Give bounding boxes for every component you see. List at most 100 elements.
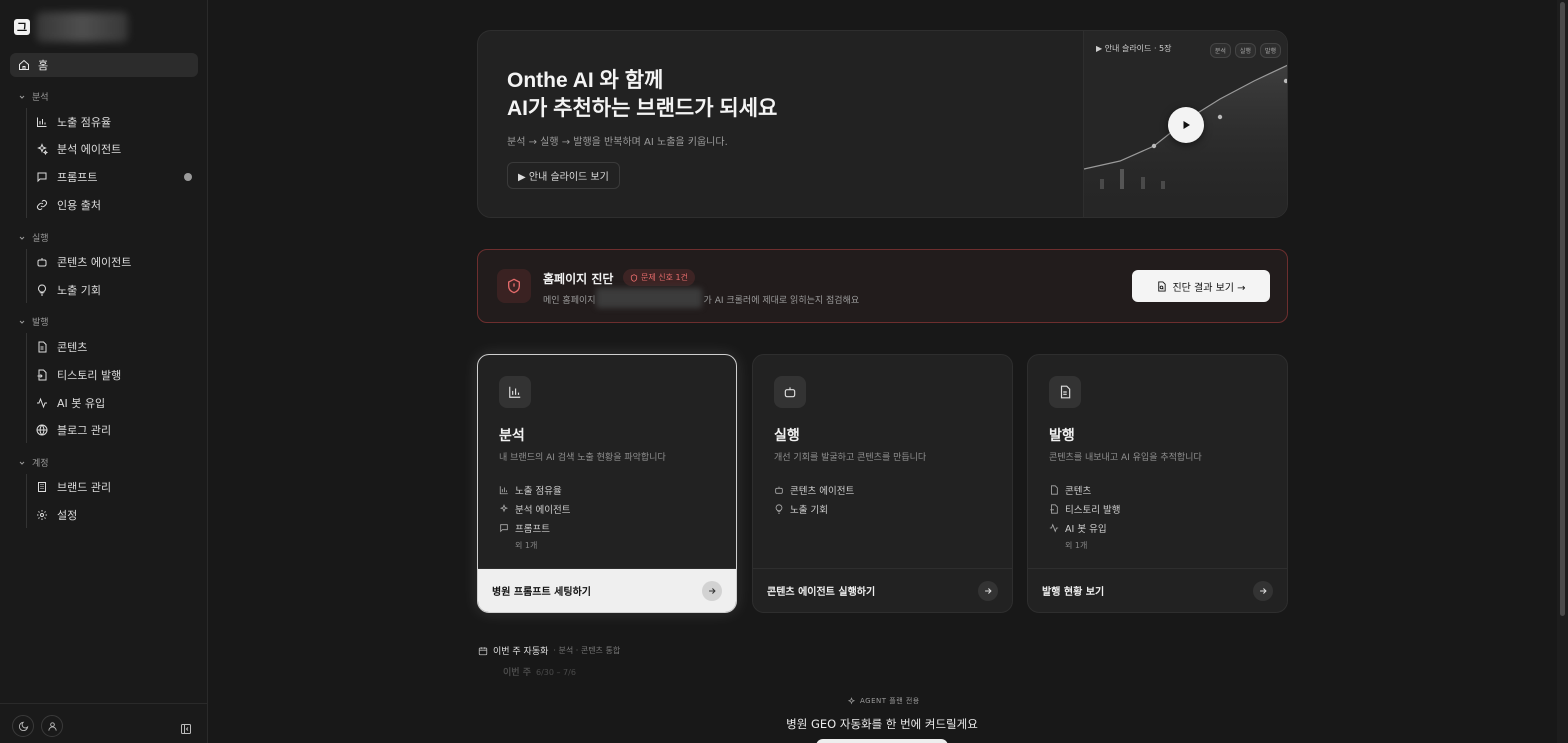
hero-subtitle: 분석 → 실행 → 발행을 반복하며 AI 노출을 키웁니다. bbox=[507, 137, 728, 148]
building-icon bbox=[38, 482, 46, 492]
card-title: 발행 bbox=[1049, 428, 1075, 444]
bar-chart-icon bbox=[499, 485, 508, 494]
card-title: 분석 bbox=[499, 428, 525, 444]
sidebar-item-label: 노출 점유율 bbox=[57, 116, 112, 129]
view-guide-slides-button[interactable]: ▶ 안내 슬라이드 보기 bbox=[507, 162, 620, 189]
hero-title: Onthe AI 와 함께 AI가 추천하는 브랜드가 되세요 bbox=[507, 67, 777, 123]
view-diagnosis-label: 진단 결과 보기 → bbox=[1172, 282, 1246, 294]
diagnosis-icon-box bbox=[497, 269, 531, 303]
hero-title-line1: Onthe AI 와 함께 bbox=[507, 69, 664, 92]
card-action-label: 병원 프롬프트 세팅하기 bbox=[492, 587, 591, 598]
sidebar-item-label: AI 봇 유입 bbox=[57, 397, 106, 410]
diagnosis-desc-right: 가 AI 크롤러에 제대로 읽히는지 점검해요 bbox=[703, 296, 860, 306]
bar-chart-icon bbox=[509, 386, 521, 398]
sidebar-item-label: 티스토리 발행 bbox=[57, 369, 122, 382]
weekly-subtitle: · 분석 · 콘텐츠 통합 bbox=[553, 646, 621, 655]
logo-mark: 그 bbox=[14, 19, 30, 35]
sidebar-group-label: 분석 bbox=[32, 93, 49, 103]
sidebar-item-brand-manage[interactable]: 브랜드 관리 bbox=[36, 476, 196, 498]
weekly-preview-range: 6/30 – 7/6 bbox=[535, 668, 576, 677]
weekly-title: 이번 주 자동화 bbox=[493, 647, 549, 657]
card-feature-label: 분석 에이전트 bbox=[515, 504, 571, 516]
card-description: 콘텐츠를 내보내고 AI 유입을 추적합니다 bbox=[1049, 453, 1202, 463]
calendar-icon bbox=[478, 646, 488, 655]
card-publish[interactable]: 발행 콘텐츠를 내보내고 AI 유입을 추적합니다 콘텐츠 티스토리 발행 AI… bbox=[1027, 354, 1288, 613]
card-feature-label: 티스토리 발행 bbox=[1065, 504, 1121, 516]
sidebar-item-label: 설정 bbox=[57, 509, 78, 522]
agent-promo-title: 병원 GEO 자동화를 한 번에 켜드릴게요 bbox=[786, 717, 978, 731]
sidebar-group-label: 계정 bbox=[32, 459, 49, 469]
card-more: 외 1개 bbox=[1065, 540, 1088, 550]
diagnosis-desc-left: 메인 홈페이지 bbox=[543, 296, 596, 306]
card-feature-label: 콘텐츠 에이전트 bbox=[790, 485, 855, 497]
card-feature-label: 콘텐츠 bbox=[1065, 485, 1092, 497]
sidebar-item-content[interactable]: 콘텐츠 bbox=[36, 336, 196, 358]
card-action-label: 발행 현황 보기 bbox=[1042, 587, 1105, 598]
sidebar-item-label: 브랜드 관리 bbox=[57, 481, 112, 494]
card-execution[interactable]: 실행 개선 기회를 발굴하고 콘텐츠를 만듭니다 콘텐츠 에이전트 노출 기회 … bbox=[752, 354, 1013, 613]
file-export-icon bbox=[37, 369, 47, 381]
arrow-right-icon bbox=[709, 587, 716, 594]
sidebar-item-content-agent[interactable]: 콘텐츠 에이전트 bbox=[36, 251, 196, 273]
bar-chart-icon bbox=[37, 117, 47, 127]
card-more: 외 1개 bbox=[515, 540, 538, 550]
file-icon bbox=[1051, 484, 1058, 495]
arrow-button[interactable] bbox=[978, 580, 998, 601]
sidebar-group-analysis[interactable]: 분석 bbox=[18, 90, 49, 103]
sidebar: 그 홈 분석 노출 점유율 분석 에이전트 프롬프트 인용 출처 실행 콘텐츠 … bbox=[0, 0, 208, 743]
sidebar-item-citation-source[interactable]: 인용 출처 bbox=[36, 194, 196, 216]
shield-alert-icon bbox=[508, 278, 520, 294]
chevron-down-icon bbox=[19, 236, 25, 240]
logo[interactable]: 그 bbox=[14, 12, 128, 42]
sidebar-item-ai-bot-traffic[interactable]: AI 봇 유입 bbox=[36, 392, 196, 414]
play-button[interactable] bbox=[1168, 107, 1204, 143]
sidebar-group-account[interactable]: 계정 bbox=[18, 456, 49, 469]
weekly-automation-header: 이번 주 자동화 · 분석 · 콘텐츠 통합 bbox=[478, 644, 620, 657]
bot-icon bbox=[784, 387, 796, 398]
card-action[interactable]: 발행 현황 보기 bbox=[1028, 568, 1287, 612]
card-feature-list: 콘텐츠 티스토리 발행 AI 봇 유입 외 1개 bbox=[1049, 480, 1120, 553]
card-title: 실행 bbox=[774, 428, 800, 444]
view-diagnosis-button[interactable]: 진단 결과 보기 → bbox=[1132, 270, 1270, 302]
issue-badge: 문제 신호 1건 bbox=[623, 269, 695, 286]
arrow-button[interactable] bbox=[1253, 580, 1273, 601]
sidebar-group-execution[interactable]: 실행 bbox=[18, 231, 49, 244]
card-feature-item: 티스토리 발행 bbox=[1049, 499, 1120, 518]
sidebar-group-publish[interactable]: 발행 bbox=[18, 315, 49, 328]
hero-banner: Onthe AI 와 함께 AI가 추천하는 브랜드가 되세요 분석 → 실행 … bbox=[477, 30, 1288, 218]
arrow-button[interactable] bbox=[702, 580, 722, 601]
sidebar-item-label: 콘텐츠 에이전트 bbox=[57, 256, 132, 269]
slide-preview[interactable]: ▶ 안내 슬라이드 · 5장 분석 실행 발행 bbox=[1083, 31, 1287, 217]
card-analysis[interactable]: 분석 내 브랜드의 AI 검색 노출 현황을 파악합니다 노출 점유율 분석 에… bbox=[477, 354, 737, 613]
message-icon bbox=[500, 523, 508, 532]
sidebar-item-tistory-publish[interactable]: 티스토리 발행 bbox=[36, 364, 196, 386]
agent-plan-tag: AGENT 플랜 전용 bbox=[847, 696, 920, 706]
agent-activate-button[interactable] bbox=[816, 739, 948, 743]
sidebar-item-exposure-share[interactable]: 노출 점유율 bbox=[36, 111, 196, 133]
card-icon-box bbox=[774, 376, 806, 408]
sidebar-item-prompt[interactable]: 프롬프트 bbox=[36, 166, 196, 188]
sidebar-item-settings[interactable]: 설정 bbox=[36, 504, 196, 526]
sidebar-item-analysis-agent[interactable]: 분석 에이전트 bbox=[36, 138, 196, 160]
sparkles-icon bbox=[847, 696, 856, 704]
card-feature-label: 노출 점유율 bbox=[515, 485, 562, 497]
sidebar-item-exposure-opportunity[interactable]: 노출 기회 bbox=[36, 279, 196, 301]
sidebar-group-label: 실행 bbox=[32, 234, 49, 244]
card-action[interactable]: 콘텐츠 에이전트 실행하기 bbox=[753, 568, 1012, 612]
sidebar-item-home[interactable]: 홈 bbox=[10, 53, 198, 77]
bot-icon bbox=[775, 486, 783, 494]
activity-icon bbox=[37, 397, 47, 409]
arrow-right-icon bbox=[1260, 587, 1267, 594]
scrollbar-thumb[interactable] bbox=[1560, 2, 1565, 616]
card-action[interactable]: 병원 프롬프트 세팅하기 bbox=[478, 568, 736, 612]
file-export-icon bbox=[1050, 503, 1058, 514]
scrollbar[interactable] bbox=[1557, 0, 1568, 743]
chevron-down-icon bbox=[19, 95, 25, 99]
card-feature-item: 노출 기회 bbox=[774, 499, 854, 518]
play-icon bbox=[1183, 121, 1190, 129]
card-icon-box bbox=[1049, 376, 1081, 408]
sidebar-item-label: 인용 출처 bbox=[57, 199, 101, 212]
globe-icon bbox=[36, 424, 48, 436]
file-icon bbox=[1060, 385, 1071, 399]
sidebar-item-blog-manage[interactable]: 블로그 관리 bbox=[36, 419, 196, 441]
